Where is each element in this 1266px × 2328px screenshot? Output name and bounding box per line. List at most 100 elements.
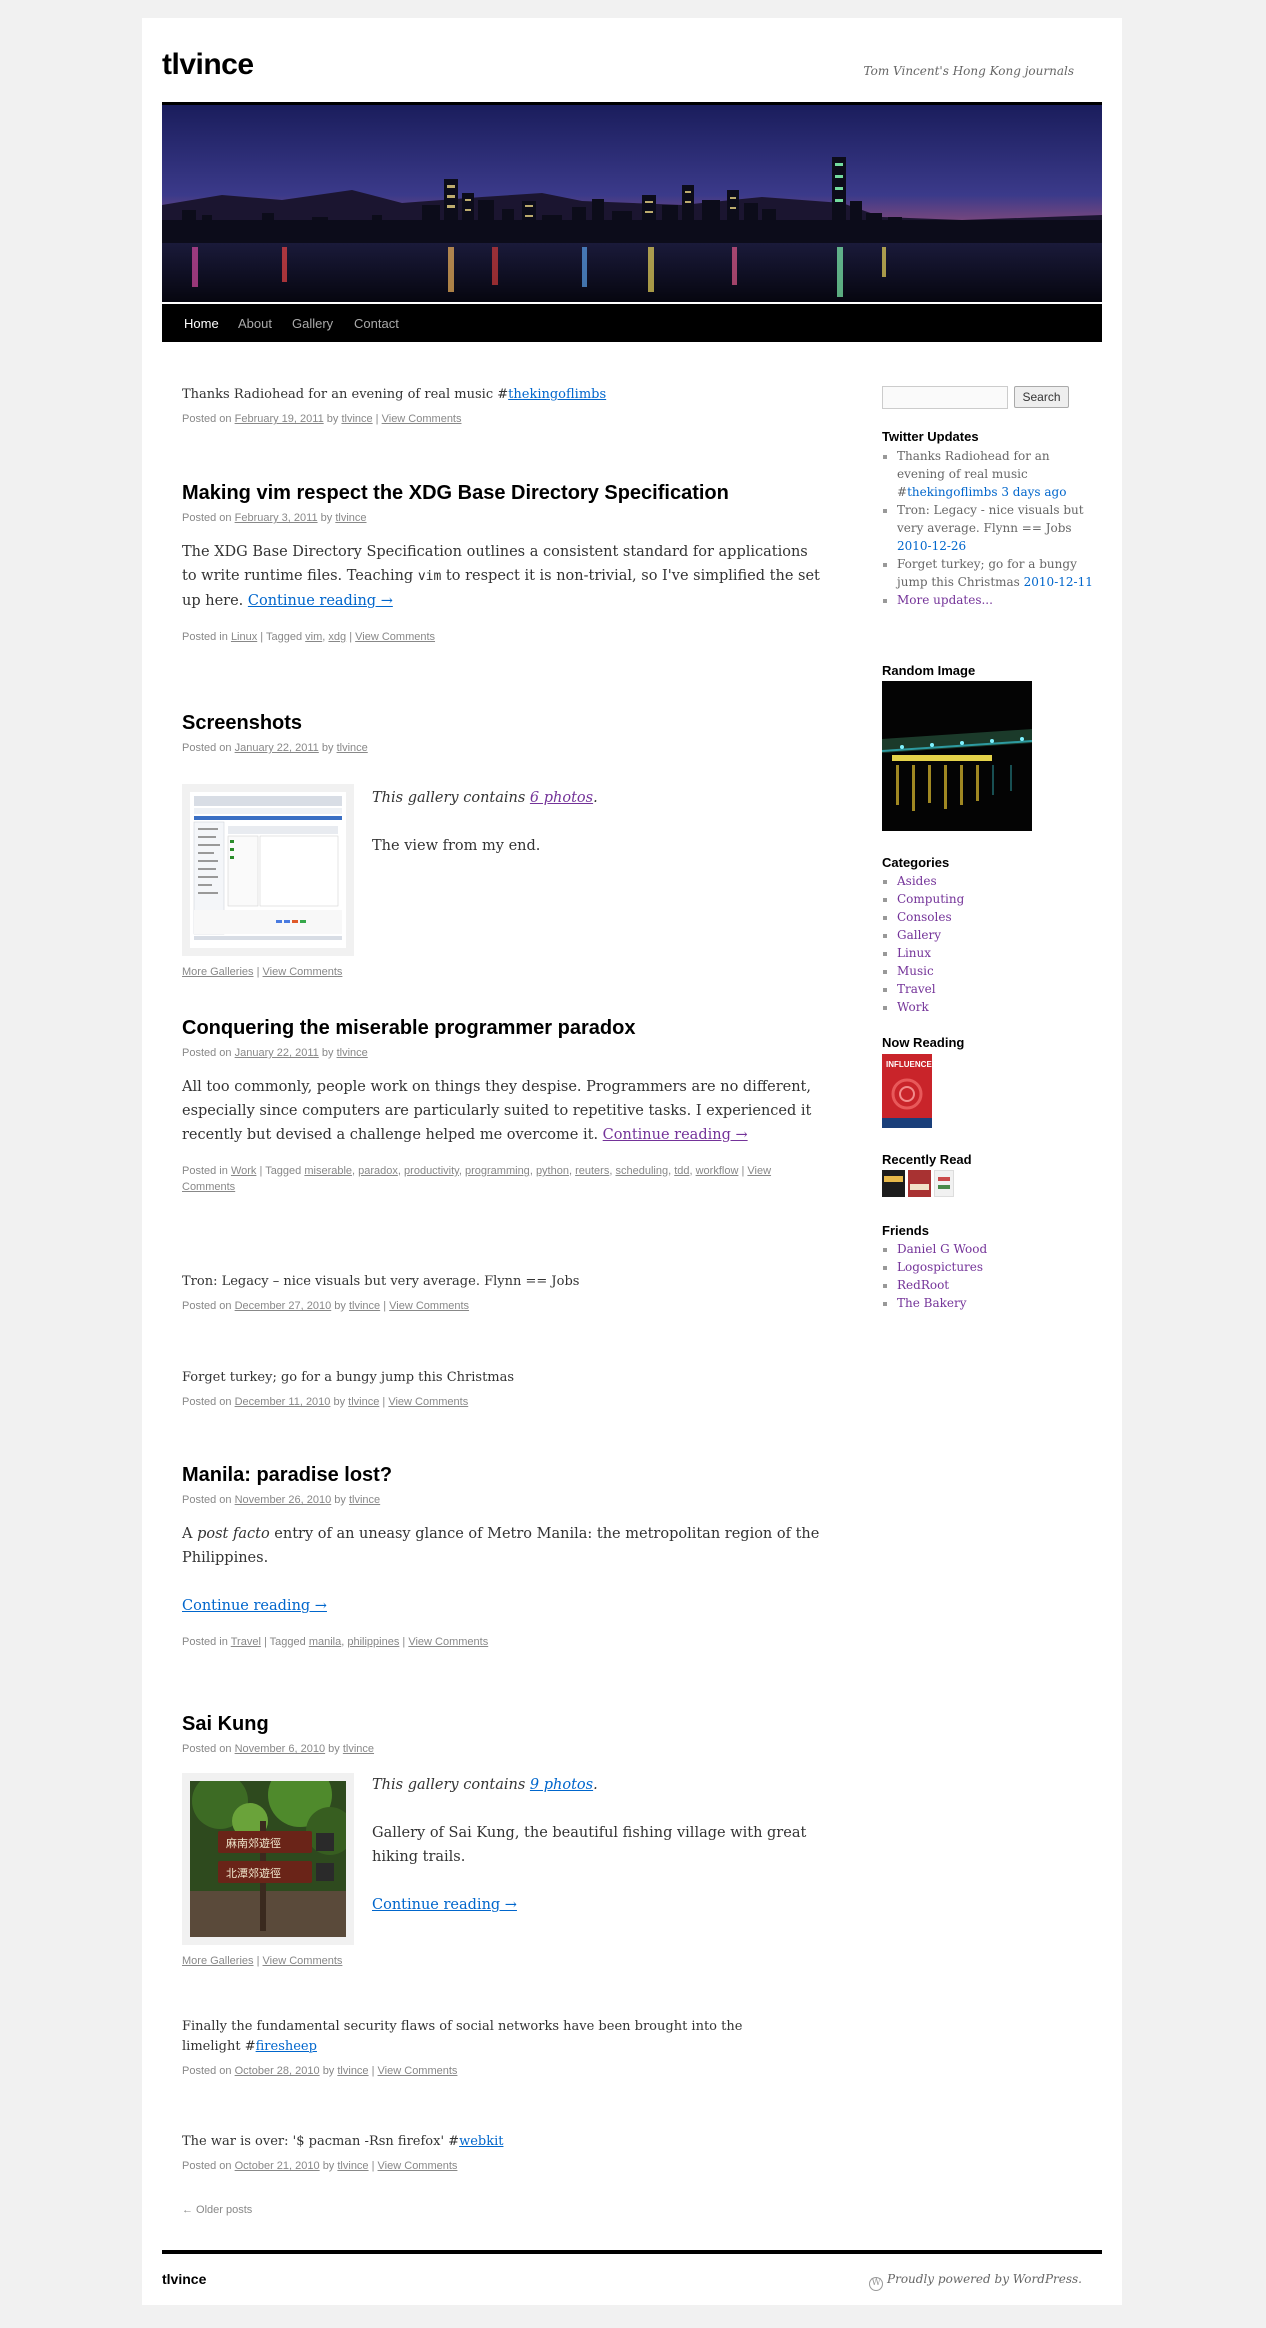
more-updates-link[interactable]: More updates... [897,593,993,607]
tag-link[interactable]: python [536,1165,569,1177]
tag-link[interactable]: workflow [696,1165,739,1177]
continue-reading-link[interactable]: Continue reading → [248,593,393,609]
search-button[interactable]: Search [1014,386,1069,408]
author-link[interactable]: tlvince [337,742,368,754]
tweet-time-link[interactable]: 2010-12-11 [1024,575,1093,589]
view-comments-link[interactable]: View Comments [378,2160,458,2172]
view-comments-link[interactable]: View Comments [389,1300,469,1312]
view-comments-link[interactable]: View Comments [355,631,435,643]
post-title[interactable]: Sai Kung [182,1711,822,1737]
view-comments-link[interactable]: View Comments [263,966,343,978]
tag-link[interactable]: scheduling [615,1165,668,1177]
post-title[interactable]: Making vim respect the XDG Base Director… [182,480,822,506]
nav-gallery[interactable]: Gallery [292,316,333,331]
footer-site-title[interactable]: tlvince [162,2271,206,2287]
tag-link[interactable]: philippines [347,1636,399,1648]
now-reading-book-cover[interactable]: INFLUENCE [882,1054,932,1128]
view-comments-link[interactable]: View Comments [263,1955,343,1967]
wordpress-credit[interactable]: W Proudly powered by WordPress. [869,2272,1082,2291]
category-link[interactable]: Linux [231,631,257,643]
category-link[interactable]: Asides [897,874,937,888]
nav-home[interactable]: Home [184,316,219,331]
post-date-link[interactable]: January 22, 2011 [235,742,319,754]
gallery-thumbnail[interactable]: 麻南郊遊徑 北潭郊遊徑 [182,1763,354,1945]
footer-divider [162,2250,1102,2254]
site-title[interactable]: tlvince [162,48,254,82]
recently-read-book[interactable] [882,1170,905,1197]
author-link[interactable]: tlvince [337,2160,368,2172]
author-link[interactable]: tlvince [348,1396,379,1408]
tag-link[interactable]: productivity [404,1165,459,1177]
tag-link[interactable]: tdd [674,1165,689,1177]
post-footer-meta: Posted in Travel | Tagged manila, philip… [182,1636,489,1648]
author-link[interactable]: tlvince [343,1743,374,1755]
category-link[interactable]: Work [231,1165,256,1177]
category-link[interactable]: Work [897,1000,929,1014]
hashtag-link[interactable]: thekingoflimbs [508,387,606,402]
nav-about[interactable]: About [238,316,272,331]
tag-link[interactable]: vim [305,631,322,643]
post-title[interactable]: Screenshots [182,710,822,736]
category-link[interactable]: Linux [897,946,931,960]
category-link[interactable]: Consoles [897,910,952,924]
category-link[interactable]: Music [897,964,934,978]
friend-link[interactable]: Daniel G Wood [897,1242,987,1256]
tag-link[interactable]: reuters [575,1165,609,1177]
tag-link[interactable]: manila [309,1636,341,1648]
category-link[interactable]: Computing [897,892,964,906]
view-comments-link[interactable]: View Comments [378,2065,458,2077]
friend-link[interactable]: The Bakery [897,1296,967,1310]
category-link[interactable]: Travel [897,982,936,996]
post-date-link[interactable]: November 6, 2010 [235,1743,326,1755]
post-date-link[interactable]: October 21, 2010 [235,2160,320,2172]
nav-contact[interactable]: Contact [354,316,399,331]
hashtag-link[interactable]: thekingoflimbs [907,485,997,499]
author-link[interactable]: tlvince [337,1047,368,1059]
tag-link[interactable]: miserable [304,1165,352,1177]
aside-post: Forget turkey; go for a bungy jump this … [182,1368,822,1410]
tag-link[interactable]: programming [465,1165,530,1177]
more-galleries-link[interactable]: More Galleries [182,966,254,978]
continue-reading-link[interactable]: Continue reading → [372,1897,517,1913]
photo-count-link[interactable]: 6 photos [530,790,593,806]
category-link[interactable]: Travel [231,1636,261,1648]
continue-reading-link[interactable]: Continue reading → [603,1127,748,1143]
gallery-thumbnail[interactable] [182,784,354,956]
category-link[interactable]: Gallery [897,928,941,942]
view-comments-link[interactable]: View Comments [408,1636,488,1648]
post-date-link[interactable]: February 3, 2011 [235,512,318,524]
post-date-link[interactable]: February 19, 2011 [235,413,324,425]
post-title[interactable]: Manila: paradise lost? [182,1462,822,1488]
tag-link[interactable]: paradox [358,1165,398,1177]
search-input[interactable] [882,386,1008,409]
post-meta: Posted on January 22, 2011 by tlvince [182,1047,368,1059]
author-link[interactable]: tlvince [335,512,366,524]
random-image[interactable] [882,681,1032,831]
author-link[interactable]: tlvince [349,1300,380,1312]
continue-reading-link[interactable]: Continue reading → [182,1598,327,1614]
recently-read-book[interactable] [934,1170,954,1197]
tag-link[interactable]: xdg [328,631,346,643]
tweet-time-link[interactable]: 3 days ago [998,485,1066,499]
post-date-link[interactable]: December 11, 2010 [235,1396,331,1408]
photo-count-link[interactable]: 9 photos [530,1777,593,1793]
friend-link[interactable]: RedRoot [897,1278,949,1292]
hashtag-link[interactable]: firesheep [256,2039,317,2054]
post-date-link[interactable]: December 27, 2010 [235,1300,332,1312]
post-date-link[interactable]: November 26, 2010 [235,1494,332,1506]
post-meta: Posted on February 3, 2011 by tlvince [182,512,367,524]
recently-read-book[interactable] [908,1170,931,1197]
view-comments-link[interactable]: View Comments [382,413,462,425]
post-date-link[interactable]: October 28, 2010 [235,2065,320,2077]
more-galleries-link[interactable]: More Galleries [182,1955,254,1967]
older-posts-link[interactable]: ← Older posts [182,2202,252,2218]
post-date-link[interactable]: January 22, 2011 [235,1047,319,1059]
tweet-time-link[interactable]: 2010-12-26 [897,539,966,553]
author-link[interactable]: tlvince [341,413,372,425]
friend-link[interactable]: Logospictures [897,1260,983,1274]
view-comments-link[interactable]: View Comments [388,1396,468,1408]
post-title[interactable]: Conquering the miserable programmer para… [182,1015,822,1041]
author-link[interactable]: tlvince [349,1494,380,1506]
author-link[interactable]: tlvince [337,2065,368,2077]
hashtag-link[interactable]: webkit [459,2134,503,2149]
